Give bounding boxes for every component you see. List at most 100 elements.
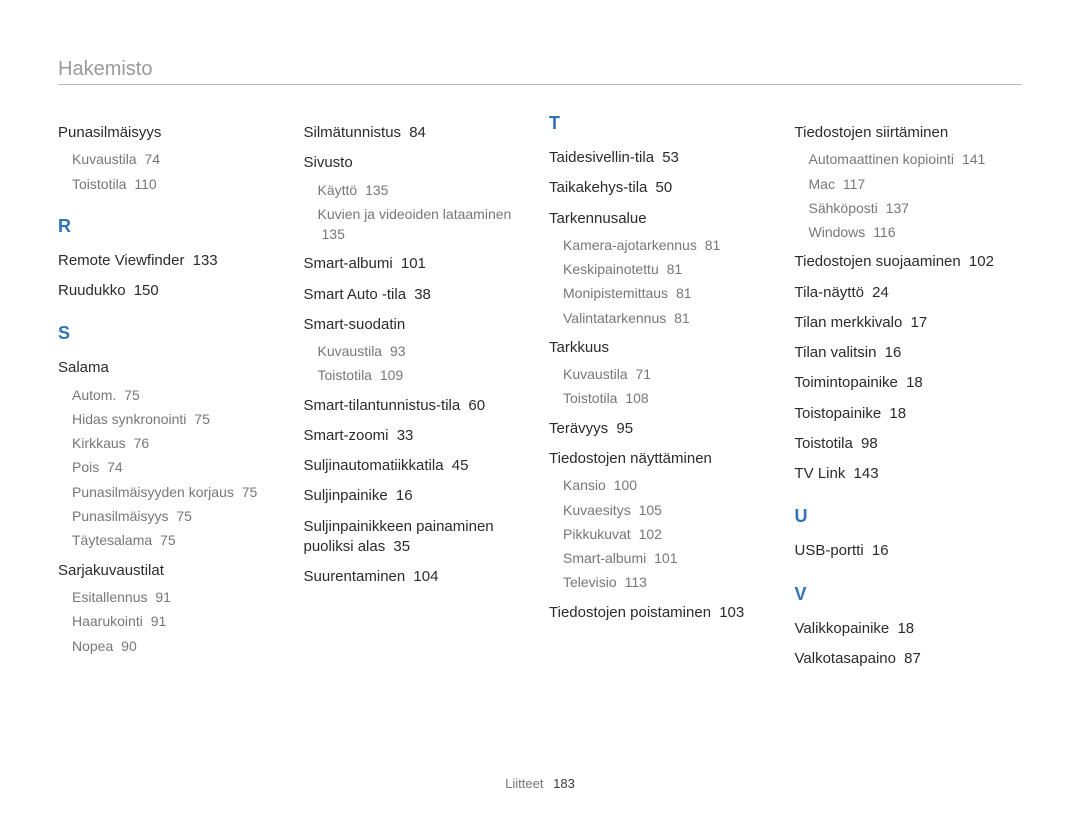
- subentry-text: Esitallennus: [72, 589, 148, 605]
- index-entry: Ruudukko 150: [58, 281, 286, 301]
- index-column: TTaidesivellin-tila 53Taikakehys-tila 50…: [549, 113, 777, 675]
- index-entry: USB-portti 16: [795, 541, 1023, 561]
- index-entry: Terävyys 95: [549, 419, 777, 439]
- index-entry: Suljinpainike 16: [304, 486, 532, 506]
- subentry-text: Kuvaustila: [72, 151, 137, 167]
- index-entry: Remote Viewfinder 133: [58, 251, 286, 271]
- subentry-text: Sähköposti: [809, 200, 878, 216]
- subentry-page: 108: [625, 390, 648, 406]
- subentry-page: 137: [886, 200, 909, 216]
- index-entry: Salama: [58, 358, 286, 378]
- entry-page: 143: [854, 465, 879, 482]
- index-subentry: Kuvaustila 71: [563, 364, 777, 384]
- entry-text: USB-portti: [795, 542, 864, 559]
- subentry-page: 141: [962, 151, 985, 167]
- index-subentry: Valintatarkennus 81: [563, 308, 777, 328]
- entry-text: Tiedostojen siirtäminen: [795, 124, 949, 141]
- index-subentry: Kansio 100: [563, 475, 777, 495]
- entry-text: Smart-albumi: [304, 255, 393, 272]
- entry-page: 53: [662, 149, 679, 166]
- subentry-text: Kuvien ja videoiden lataaminen: [318, 206, 512, 222]
- entry-page: 38: [414, 286, 431, 303]
- footer-label: Liitteet: [505, 776, 543, 791]
- subentry-page: 93: [390, 343, 406, 359]
- index-entry: Valikkopainike 18: [795, 619, 1023, 639]
- entry-text: Tiedostojen näyttäminen: [549, 450, 712, 467]
- entry-page: 16: [872, 542, 889, 559]
- entry-text: Toistopainike: [795, 405, 882, 422]
- index-entry: Tiedostojen poistaminen 103: [549, 603, 777, 623]
- index-subentry: Toistotila 108: [563, 388, 777, 408]
- entry-text: Smart-zoomi: [304, 427, 389, 444]
- index-entry: Taidesivellin-tila 53: [549, 148, 777, 168]
- index-subentry: Smart-albumi 101: [563, 548, 777, 568]
- index-subentry: Toistotila 109: [318, 365, 532, 385]
- subentry-text: Windows: [809, 224, 866, 240]
- entry-text: Remote Viewfinder: [58, 252, 184, 269]
- index-entry: Tiedostojen siirtäminen: [795, 123, 1023, 143]
- subentry-page: 135: [365, 182, 388, 198]
- index-entry: Taikakehys-tila 50: [549, 178, 777, 198]
- entry-page: 18: [906, 374, 923, 391]
- index-subentry: Käyttö 135: [318, 180, 532, 200]
- subentry-page: 81: [676, 285, 692, 301]
- subentry-page: 100: [614, 477, 637, 493]
- subentry-text: Punasilmäisyyden korjaus: [72, 484, 234, 500]
- index-entry: Toimintopainike 18: [795, 373, 1023, 393]
- subentry-page: 109: [380, 367, 403, 383]
- subentry-text: Täytesalama: [72, 532, 152, 548]
- entry-text: Ruudukko: [58, 282, 126, 299]
- index-entry: Tiedostojen suojaaminen 102: [795, 252, 1023, 272]
- entry-page: 101: [401, 255, 426, 272]
- index-entry: Silmätunnistus 84: [304, 123, 532, 143]
- index-entry: Suurentaminen 104: [304, 567, 532, 587]
- index-subentry: Kamera-ajotarkennus 81: [563, 235, 777, 255]
- index-entry: Tarkennusalue: [549, 209, 777, 229]
- subentry-text: Pikkukuvat: [563, 526, 631, 542]
- entry-text: Valikkopainike: [795, 620, 890, 637]
- index-subentry: Automaattinen kopiointi 141: [809, 149, 1023, 169]
- entry-page: 103: [719, 604, 744, 621]
- index-subentry: Kirkkaus 76: [72, 433, 286, 453]
- index-entry: Toistotila 98: [795, 434, 1023, 454]
- index-subentry: Kuvaesitys 105: [563, 500, 777, 520]
- entry-text: Sivusto: [304, 154, 353, 171]
- index-subentry: Sähköposti 137: [809, 198, 1023, 218]
- title-rule: [58, 84, 1022, 85]
- entry-text: Tarkkuus: [549, 339, 609, 356]
- entry-page: 60: [468, 397, 485, 414]
- index-subentry: Monipistemittaus 81: [563, 283, 777, 303]
- subentry-text: Kamera-ajotarkennus: [563, 237, 697, 253]
- index-subentry: Esitallennus 91: [72, 587, 286, 607]
- index-subentry: Toistotila 110: [72, 174, 286, 194]
- entry-text: Terävyys: [549, 420, 608, 437]
- entry-page: 150: [134, 282, 159, 299]
- entry-page: 33: [397, 427, 414, 444]
- entry-text: Taidesivellin-tila: [549, 149, 654, 166]
- subentry-page: 91: [151, 613, 167, 629]
- footer-page: 183: [553, 776, 575, 791]
- subentry-text: Mac: [809, 176, 835, 192]
- entry-text: Smart-suodatin: [304, 316, 406, 333]
- subentry-text: Televisio: [563, 574, 617, 590]
- index-entry: Tarkkuus: [549, 338, 777, 358]
- index-entry: Tilan merkkivalo 17: [795, 313, 1023, 333]
- index-entry: Tila-näyttö 24: [795, 283, 1023, 303]
- index-letter: S: [58, 323, 286, 344]
- index-entry: Sivusto: [304, 153, 532, 173]
- entry-text: Smart Auto -tila: [304, 286, 407, 303]
- subentry-text: Kirkkaus: [72, 435, 126, 451]
- entry-page: 18: [897, 620, 914, 637]
- entry-text: Tiedostojen suojaaminen: [795, 253, 961, 270]
- subentry-page: 71: [635, 366, 651, 382]
- subentry-page: 102: [639, 526, 662, 542]
- entry-text: Suurentaminen: [304, 568, 406, 585]
- entry-page: 45: [452, 457, 469, 474]
- index-subentry: Haarukointi 91: [72, 611, 286, 631]
- page-title: Hakemisto: [58, 58, 1022, 81]
- subentry-page: 81: [674, 310, 690, 326]
- subentry-text: Kuvaesitys: [563, 502, 631, 518]
- subentry-page: 101: [654, 550, 677, 566]
- index-subentry: Mac 117: [809, 174, 1023, 194]
- index-subentry: Kuvaustila 93: [318, 341, 532, 361]
